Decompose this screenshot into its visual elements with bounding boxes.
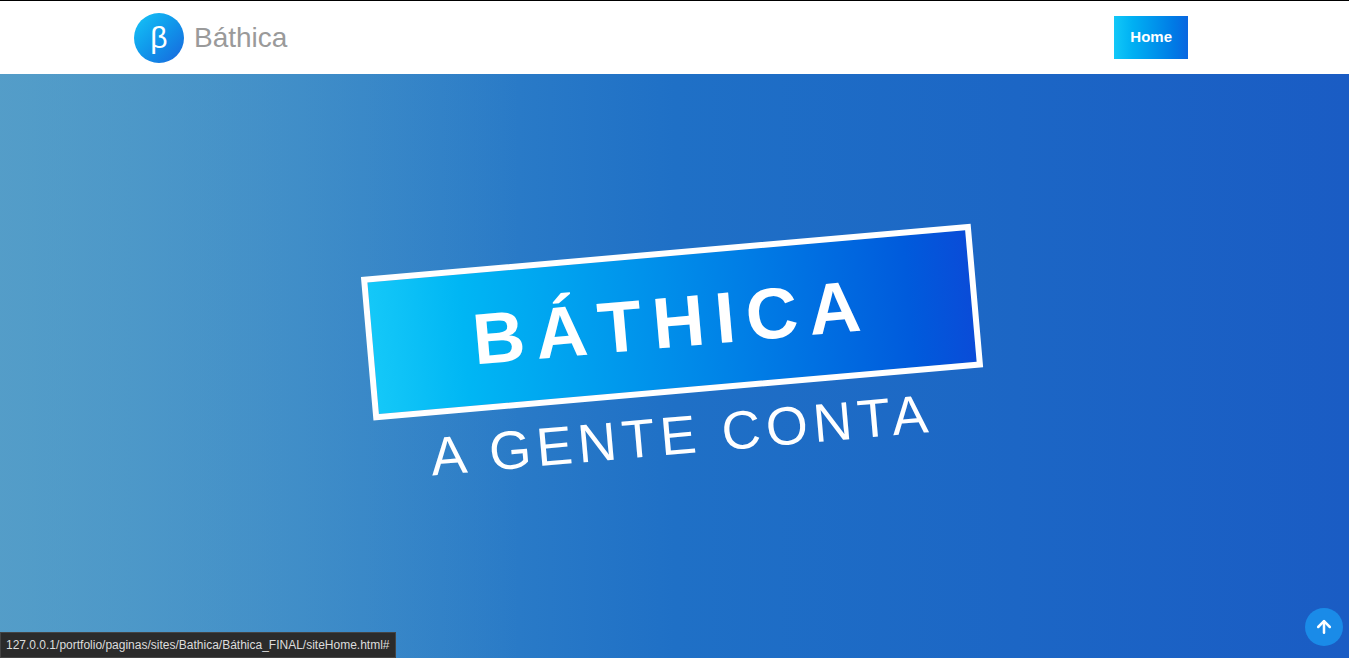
logo-icon: β [134,13,184,63]
logo-name: Báthica [194,17,287,59]
nav-link[interactable]: Home [1114,16,1188,59]
hero: BÁTHICAA GENTE CONTA127.0.0.1/portfolio/… [0,74,1349,658]
arrow-up-icon [1314,617,1334,637]
header: βBáthica Home [0,0,1349,74]
hero-title: BÁTHICA [469,269,873,376]
scroll-top-button[interactable] [1305,608,1343,646]
logo[interactable]: βBáthica [134,13,287,63]
page: βBáthica Home BÁTHICAA GENTE CONTA127.0.0.… [0,0,1349,658]
nav: Home [1114,16,1188,59]
status-bar: 127.0.0.1/portfolio/paginas/sites/Bathic… [0,632,396,658]
